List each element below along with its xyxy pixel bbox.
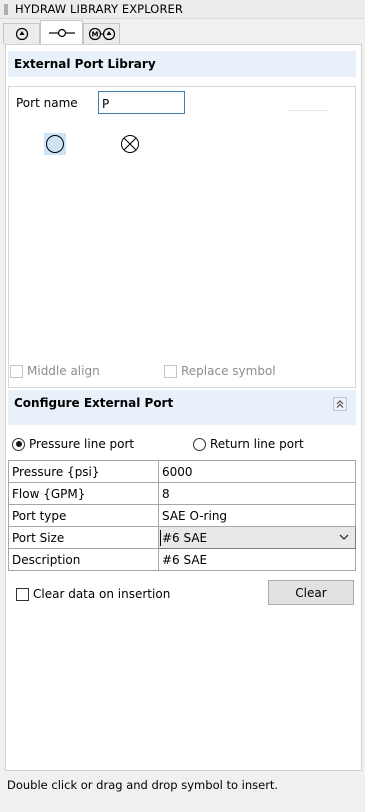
property-row: Description #6 SAE — [8, 548, 356, 571]
tab-external-ports[interactable] — [40, 20, 83, 45]
pressure-line-port-radio[interactable] — [12, 437, 25, 451]
port-size-dropdown[interactable]: #6 SAE — [158, 526, 356, 549]
tab-strip: M — [0, 20, 365, 45]
external-port-library-header: External Port Library — [8, 51, 356, 77]
port-size-value: #6 SAE — [162, 530, 208, 545]
svg-text:M: M — [91, 31, 98, 39]
pressure-line-port-label: Pressure line port — [29, 437, 135, 451]
pump-symbol-icon — [15, 27, 28, 41]
text-caret — [160, 530, 161, 546]
property-value[interactable]: 8 — [158, 482, 356, 505]
port-name-label: Port name — [16, 96, 78, 110]
property-row: Flow {GPM} 8 — [8, 482, 356, 505]
clear-on-insertion-option[interactable]: Clear data on insertion — [16, 587, 170, 601]
return-line-port-radio[interactable] — [193, 437, 206, 451]
return-line-port-label: Return line port — [210, 437, 304, 451]
collapse-section-button[interactable] — [333, 397, 347, 411]
property-row: Port type SAE O-ring — [8, 504, 356, 527]
clear-on-insertion-checkbox[interactable] — [16, 587, 29, 601]
property-row: Pressure {psi} 6000 — [8, 460, 356, 483]
middle-align-checkbox[interactable] — [10, 364, 23, 378]
clear-button[interactable]: Clear — [268, 580, 354, 605]
port-line-icon — [48, 28, 75, 38]
return-port-crossed-circle-icon[interactable] — [119, 133, 141, 155]
property-key: Port type — [8, 504, 159, 527]
port-name-input[interactable] — [98, 91, 185, 114]
port-properties-grid: Pressure {psi} 6000 Flow {GPM} 8 Port ty… — [8, 460, 356, 571]
motor-pump-symbol-icon: M — [88, 27, 115, 41]
property-key: Pressure {psi} — [8, 460, 159, 483]
return-line-port-option[interactable]: Return line port — [193, 437, 304, 451]
property-row: Port Size #6 SAE — [8, 526, 356, 549]
property-key: Description — [8, 548, 159, 571]
symbol-library-area — [8, 86, 356, 388]
double-chevron-up-icon — [336, 400, 344, 408]
drag-grip-icon[interactable] — [4, 4, 8, 15]
window-title-bar: HYDRAW LIBRARY EXPLORER — [0, 0, 365, 19]
tab-pump-symbols[interactable] — [3, 23, 40, 44]
divider — [287, 110, 327, 111]
pressure-line-port-option[interactable]: Pressure line port — [12, 437, 134, 451]
middle-align-label: Middle align — [27, 364, 100, 378]
status-bar: Double click or drag and drop symbol to … — [0, 771, 365, 812]
property-value[interactable]: 6000 — [158, 460, 356, 483]
property-value[interactable]: SAE O-ring — [158, 504, 356, 527]
property-value[interactable]: #6 SAE — [158, 548, 356, 571]
chevron-down-icon[interactable] — [339, 531, 349, 543]
property-key: Port Size — [8, 526, 159, 549]
property-key: Flow {GPM} — [8, 482, 159, 505]
status-text: Double click or drag and drop symbol to … — [7, 778, 279, 792]
replace-symbol-label: Replace symbol — [181, 364, 276, 378]
replace-symbol-option: Replace symbol — [164, 364, 276, 378]
clear-on-insertion-label: Clear data on insertion — [33, 587, 171, 601]
window-title: HYDRAW LIBRARY EXPLORER — [15, 2, 184, 16]
tab-motor-pump-symbols[interactable]: M — [83, 23, 120, 44]
replace-symbol-checkbox[interactable] — [164, 364, 177, 378]
configure-external-port-header: Configure External Port — [8, 390, 356, 425]
middle-align-option: Middle align — [10, 364, 100, 378]
pressure-port-circle-icon[interactable] — [44, 133, 66, 155]
